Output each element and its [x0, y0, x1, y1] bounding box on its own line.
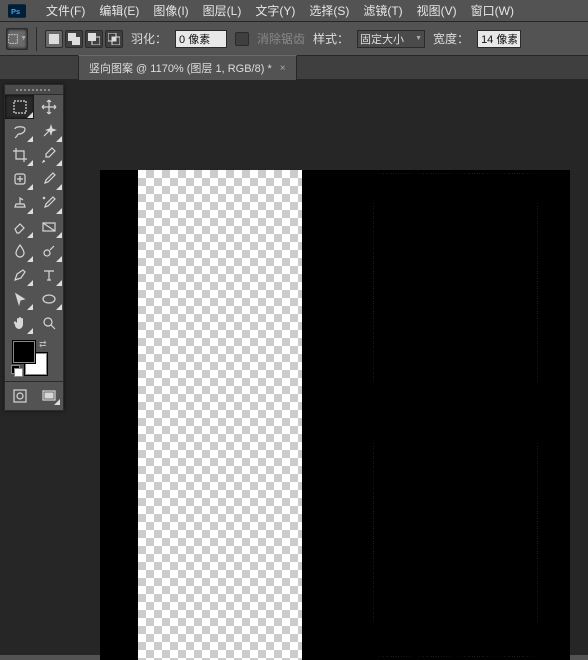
tool-type[interactable]	[34, 263, 63, 287]
tool-crop[interactable]	[5, 143, 34, 167]
style-value: 固定大小	[360, 31, 404, 47]
toolbox-handle[interactable]	[5, 85, 63, 95]
tool-zoom[interactable]	[34, 311, 63, 335]
close-icon[interactable]: ×	[280, 63, 286, 74]
selection-intersect-icon[interactable]	[105, 30, 123, 48]
separator	[36, 27, 37, 51]
selection-mode-group	[45, 30, 123, 48]
svg-text:Ps: Ps	[11, 7, 20, 16]
document-tab-strip: 竖向图案 @ 1170% (图层 1, RGB/8) * ×	[0, 56, 588, 80]
tool-move[interactable]	[34, 95, 63, 119]
menu-edit[interactable]: 编辑(E)	[93, 0, 145, 21]
menu-image[interactable]: 图像(I)	[147, 0, 194, 21]
menu-type[interactable]: 文字(Y)	[249, 0, 301, 21]
tool-path-select[interactable]	[5, 287, 34, 311]
document-tab[interactable]: 竖向图案 @ 1170% (图层 1, RGB/8) * ×	[78, 55, 297, 80]
foreground-color[interactable]	[13, 341, 35, 363]
feather-label: 羽化：	[131, 30, 167, 47]
tool-dodge[interactable]	[34, 239, 63, 263]
tool-lasso[interactable]	[5, 119, 34, 143]
menu-file[interactable]: 文件(F)	[40, 0, 91, 21]
width-input[interactable]	[477, 30, 521, 48]
menu-view[interactable]: 视图(V)	[411, 0, 463, 21]
current-tool-indicator[interactable]: ▼	[6, 28, 28, 50]
toolbox-grid	[5, 95, 63, 335]
selection-subtract-icon[interactable]	[85, 30, 103, 48]
options-bar: ▼ 羽化： 消除锯齿 样式： 固定大小 宽度：	[0, 22, 588, 56]
tool-magic-wand[interactable]	[34, 119, 63, 143]
app-logo: Ps	[6, 3, 28, 19]
tool-marquee[interactable]	[5, 95, 34, 119]
antialias-checkbox[interactable]	[235, 32, 249, 46]
menu-filter[interactable]: 滤镜(T)	[357, 0, 408, 21]
screenmode-toggle[interactable]	[37, 386, 61, 406]
tool-shape[interactable]	[34, 287, 63, 311]
tool-eyedropper[interactable]	[34, 143, 63, 167]
tool-history-brush[interactable]	[34, 191, 63, 215]
tool-gradient[interactable]	[34, 215, 63, 239]
menu-window[interactable]: 窗口(W)	[465, 0, 520, 21]
style-label: 样式：	[313, 30, 349, 47]
canvas[interactable]	[100, 170, 570, 660]
style-select[interactable]: 固定大小	[357, 30, 425, 48]
toolbox-footer	[5, 381, 63, 410]
toolbox: ⇄	[4, 84, 64, 411]
selection-marquee	[373, 173, 538, 657]
swap-colors-icon[interactable]: ⇄	[39, 339, 47, 350]
tool-brush[interactable]	[34, 167, 63, 191]
selection-add-icon[interactable]	[65, 30, 83, 48]
tool-clone-stamp[interactable]	[5, 191, 34, 215]
color-swatches: ⇄	[11, 339, 63, 381]
tool-pen[interactable]	[5, 263, 34, 287]
menu-select[interactable]: 选择(S)	[303, 0, 355, 21]
selection-new-icon[interactable]	[45, 30, 63, 48]
document-tab-title: 竖向图案 @ 1170% (图层 1, RGB/8) *	[89, 60, 272, 76]
quickmask-toggle[interactable]	[8, 386, 32, 406]
width-label: 宽度：	[433, 30, 469, 47]
tool-healing[interactable]	[5, 167, 34, 191]
tool-hand[interactable]	[5, 311, 34, 335]
reset-colors-icon[interactable]	[11, 365, 21, 375]
feather-input[interactable]	[175, 30, 227, 48]
tool-eraser[interactable]	[5, 215, 34, 239]
workspace: ⇄	[0, 80, 588, 655]
transparency-region	[138, 170, 302, 660]
tool-blur[interactable]	[5, 239, 34, 263]
menu-layer[interactable]: 图层(L)	[197, 0, 248, 21]
menu-bar: Ps 文件(F) 编辑(E) 图像(I) 图层(L) 文字(Y) 选择(S) 滤…	[0, 0, 588, 22]
antialias-label: 消除锯齿	[257, 30, 305, 47]
